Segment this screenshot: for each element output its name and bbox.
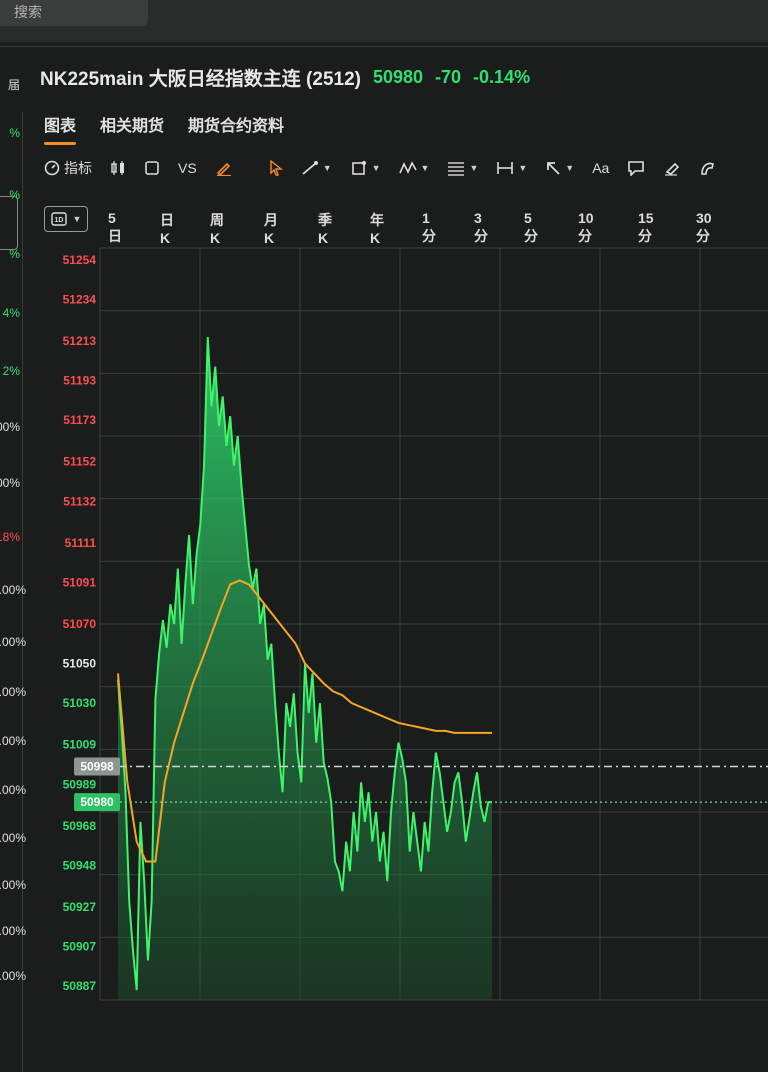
top-search-bar: 搜索 bbox=[0, 0, 768, 42]
price-change: -70 bbox=[435, 66, 462, 87]
last-price: 50980 bbox=[372, 66, 424, 87]
tab-related-futures[interactable]: 相关期货 bbox=[100, 112, 164, 136]
detail-tabs: 图表 相关期货 期货合约资料 bbox=[44, 112, 284, 145]
y-axis-tick-label: 51050 bbox=[63, 657, 97, 671]
fibonacci-icon bbox=[448, 162, 465, 176]
y-axis-tick-label: 51152 bbox=[63, 455, 96, 469]
y-axis-tick-label: 51030 bbox=[63, 696, 97, 710]
y-axis-tick-label: 51091 bbox=[63, 575, 97, 589]
comment-tool-button[interactable] bbox=[627, 160, 645, 176]
y-axis-tick-label: 50887 bbox=[63, 979, 97, 993]
compare-label: VS bbox=[178, 160, 197, 176]
svg-text:1D: 1D bbox=[54, 217, 63, 224]
zigzag-icon bbox=[398, 161, 417, 174]
fibonacci-tool-chevron-down-icon[interactable]: ▼ bbox=[469, 163, 478, 173]
y-axis-tick-label: 51009 bbox=[63, 738, 97, 752]
y-axis-tick-label: 51254 bbox=[63, 253, 97, 267]
pencil-icon bbox=[216, 162, 231, 176]
trend-line-icon bbox=[302, 161, 318, 175]
draw-pencil-button[interactable] bbox=[215, 160, 233, 176]
text-tool-button[interactable]: Aa bbox=[592, 160, 609, 176]
eraser-icon bbox=[665, 162, 680, 176]
period-chevron-down-icon: ▼ bbox=[72, 214, 82, 224]
instrument-header: NK225main 大阪日经指数主连 (2512) 50980 -70 -0.1… bbox=[40, 62, 530, 92]
shape-tool-chevron-down-icon[interactable]: ▼ bbox=[372, 163, 381, 173]
y-axis-tick-label: 51213 bbox=[63, 334, 97, 348]
candlestick-icon bbox=[111, 161, 124, 175]
y-axis-tick-label: 51234 bbox=[63, 292, 97, 306]
instrument-title: NK225main 大阪日经指数主连 (2512) bbox=[40, 68, 361, 90]
cursor-tool-button[interactable] bbox=[269, 160, 283, 176]
pattern-tool-chevron-down-icon[interactable]: ▼ bbox=[421, 163, 430, 173]
arrow-tool-button[interactable]: ▼ bbox=[545, 160, 574, 176]
y-axis-tick-label: 51193 bbox=[63, 374, 96, 388]
price-change-percent: -0.14% bbox=[473, 66, 531, 87]
calendar-1d-icon: 1D bbox=[50, 212, 67, 226]
shape-icon bbox=[351, 161, 366, 175]
intraday-chart[interactable]: 51254 51234 51213 51193 51173 51152 51132 51111… bbox=[0, 240, 768, 1024]
measure-tool-chevron-down-icon[interactable]: ▼ bbox=[518, 163, 527, 173]
arrow-up-left-icon bbox=[547, 162, 560, 175]
shape-tool-button[interactable]: ▼ bbox=[350, 160, 381, 176]
compare-button[interactable]: VS bbox=[178, 160, 197, 176]
y-axis-tick-label: 50927 bbox=[63, 900, 97, 914]
tab-contract-info[interactable]: 期货合约资料 bbox=[188, 112, 284, 136]
y-axis-tick-label: 50948 bbox=[63, 858, 97, 872]
chart-toolbar: 指标 VS ▼ ▼ ▼ ▼ ▼ ▼ Aa bbox=[44, 158, 735, 178]
indicator-label: 指标 bbox=[64, 160, 92, 176]
watchlist-change-value: % bbox=[9, 126, 20, 140]
y-axis-tick-label: 51070 bbox=[63, 617, 97, 631]
prev-close-tag-label: 50998 bbox=[80, 759, 114, 773]
candle-style-button[interactable] bbox=[110, 160, 126, 176]
y-axis-tick-label: 50907 bbox=[63, 940, 97, 954]
eraser-tool-button[interactable] bbox=[663, 160, 681, 176]
gauge-icon bbox=[44, 160, 60, 176]
y-axis-tick-label: 51173 bbox=[63, 413, 96, 427]
rectangle-tool-button[interactable] bbox=[144, 160, 160, 176]
last-price-tag-label: 50980 bbox=[80, 795, 114, 809]
period-dropdown[interactable]: 1D ▼ bbox=[44, 206, 88, 232]
y-axis-tick-label: 51132 bbox=[63, 494, 96, 508]
watchlist-change-value: % bbox=[9, 188, 20, 202]
pattern-tool-button[interactable]: ▼ bbox=[398, 160, 430, 176]
measure-icon bbox=[497, 162, 514, 174]
header-divider bbox=[0, 46, 768, 47]
tab-chart[interactable]: 图表 bbox=[44, 112, 77, 145]
watchlist-change-value: 届 bbox=[7, 78, 20, 92]
line-tool-chevron-down-icon[interactable]: ▼ bbox=[323, 163, 332, 173]
indicator-button[interactable]: 指标 bbox=[44, 158, 92, 178]
magnet-tool-button[interactable] bbox=[699, 160, 717, 176]
cursor-arrow-icon bbox=[269, 160, 283, 176]
y-axis-tick-label: 51111 bbox=[65, 536, 97, 550]
arrow-tool-chevron-down-icon[interactable]: ▼ bbox=[565, 163, 574, 173]
magnet-icon bbox=[701, 162, 715, 175]
period-selector: 1D ▼ 5日 日K 周K 月K 季K 年K 1分 3分 5分 10分 15分 30分 bbox=[44, 206, 712, 246]
text-tool-label: Aa bbox=[592, 160, 610, 176]
y-axis-tick-label: 50989 bbox=[63, 777, 97, 791]
line-tool-button[interactable]: ▼ bbox=[301, 160, 332, 176]
fibonacci-tool-button[interactable]: ▼ bbox=[447, 160, 478, 176]
speech-bubble-icon bbox=[628, 161, 645, 176]
search-input[interactable]: 搜索 bbox=[0, 0, 148, 26]
measure-tool-button[interactable]: ▼ bbox=[496, 160, 527, 176]
y-axis-tick-label: 50968 bbox=[63, 819, 97, 833]
square-icon bbox=[145, 161, 159, 175]
